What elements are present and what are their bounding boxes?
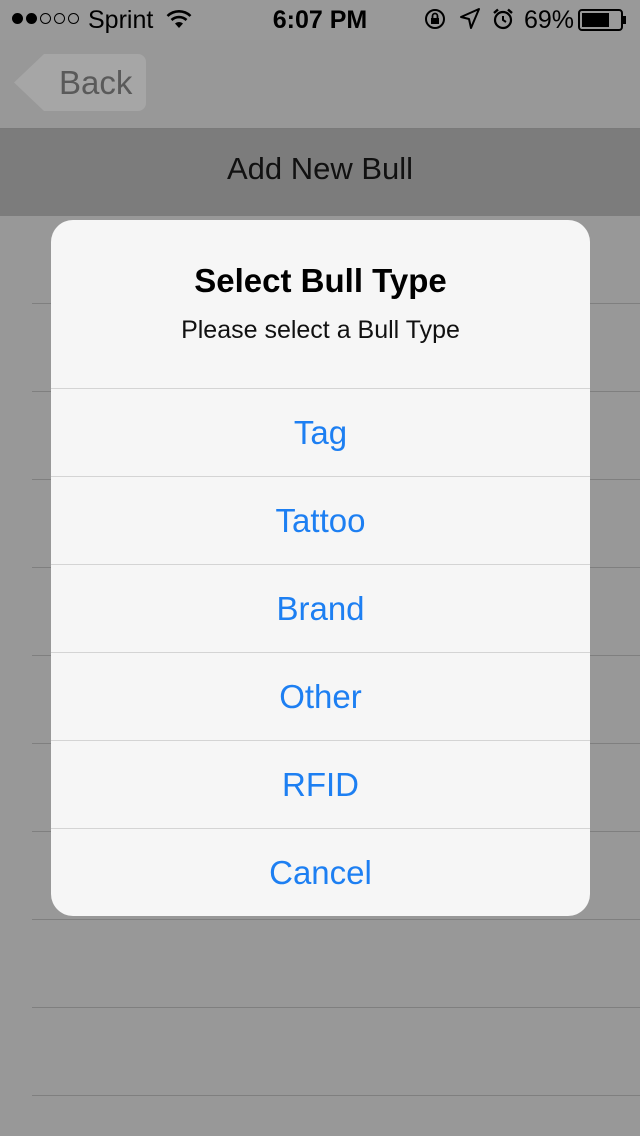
tattoo-option-button[interactable]: Tattoo: [51, 476, 590, 564]
row-divider: [32, 919, 640, 920]
row-divider: [32, 1095, 640, 1096]
status-bar: Sprint 6:07 PM 69%: [0, 0, 640, 40]
alert-title: Select Bull Type: [194, 262, 447, 299]
page-title: Add New Bull: [226, 151, 414, 186]
orientation-lock-icon: [423, 7, 447, 36]
alert-message: Please select a Bull Type: [181, 316, 460, 344]
title-bar: Add New Bull: [0, 129, 640, 216]
other-option-button[interactable]: Other: [51, 652, 590, 740]
row-divider: [32, 1007, 640, 1008]
back-button[interactable]: Back: [14, 54, 146, 111]
navigation-bar: Back: [0, 40, 640, 129]
location-arrow-icon: [459, 7, 481, 36]
cancel-button[interactable]: Cancel: [51, 828, 590, 916]
rfid-option-button[interactable]: RFID: [51, 740, 590, 828]
battery-percentage: 69%: [524, 6, 575, 34]
brand-option-button[interactable]: Brand: [51, 564, 590, 652]
tag-option-button[interactable]: Tag: [51, 388, 590, 476]
alarm-clock-icon: [491, 7, 515, 36]
battery-icon: [578, 9, 628, 36]
alert-actions: Tag Tattoo Brand Other RFID Cancel: [51, 388, 590, 916]
select-bull-type-alert: Select Bull Type Please select a Bull Ty…: [51, 220, 590, 916]
